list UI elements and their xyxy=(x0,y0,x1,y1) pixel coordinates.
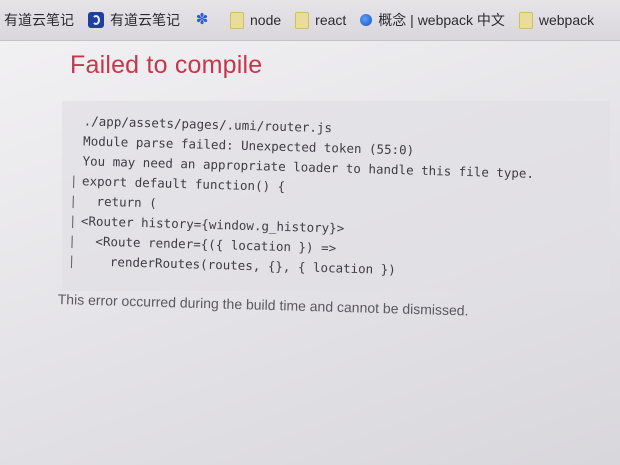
bookmark-label: webpack xyxy=(538,12,595,28)
error-note: This error occurred during the build tim… xyxy=(57,291,469,319)
bookmarks-bar: 有道云笔记 有道云笔记 ✽ node react 概念 | webpack 中文… xyxy=(0,0,620,41)
code-gutter: | xyxy=(68,212,77,229)
code-gutter: | xyxy=(69,192,78,209)
bookmark-label: react xyxy=(315,12,347,28)
bookmark-label: 概念 | webpack 中文 xyxy=(378,12,505,28)
error-code-block: ./app/assets/pages/.umi/router.js Module… xyxy=(68,111,536,284)
bookmark-folder-node[interactable]: node xyxy=(230,11,282,29)
paw-icon: ✽ xyxy=(195,11,209,28)
code-gutter: | xyxy=(67,252,76,269)
code-text: return ( xyxy=(81,193,157,211)
bookmark-label: 有道云笔记 xyxy=(110,12,180,28)
code-gutter: | xyxy=(68,232,77,249)
error-title: Failed to compile xyxy=(70,51,263,79)
bookmark-label: 有道云笔记 xyxy=(4,12,74,28)
bookmark-baidu[interactable]: ✽ xyxy=(194,12,216,28)
bookmark-folder-react[interactable]: react xyxy=(295,11,347,29)
globe-icon xyxy=(360,14,373,26)
bookmark-youdao-note-1[interactable]: 有道云笔记 xyxy=(4,10,74,30)
bookmark-webpack-concepts[interactable]: 概念 | webpack 中文 xyxy=(360,10,505,30)
bookmark-youdao-note-2[interactable]: 有道云笔记 xyxy=(88,10,180,30)
folder-icon xyxy=(295,11,310,29)
bookmark-label: node xyxy=(250,12,282,28)
error-overlay: Failed to compile ./app/assets/pages/.um… xyxy=(0,41,620,465)
code-gutter: | xyxy=(69,172,78,189)
bookmark-folder-webpack[interactable]: webpack xyxy=(518,11,595,29)
note-icon xyxy=(88,12,104,28)
folder-icon xyxy=(518,11,533,29)
code-text: export default function() { xyxy=(81,173,286,194)
folder-icon xyxy=(230,11,244,29)
